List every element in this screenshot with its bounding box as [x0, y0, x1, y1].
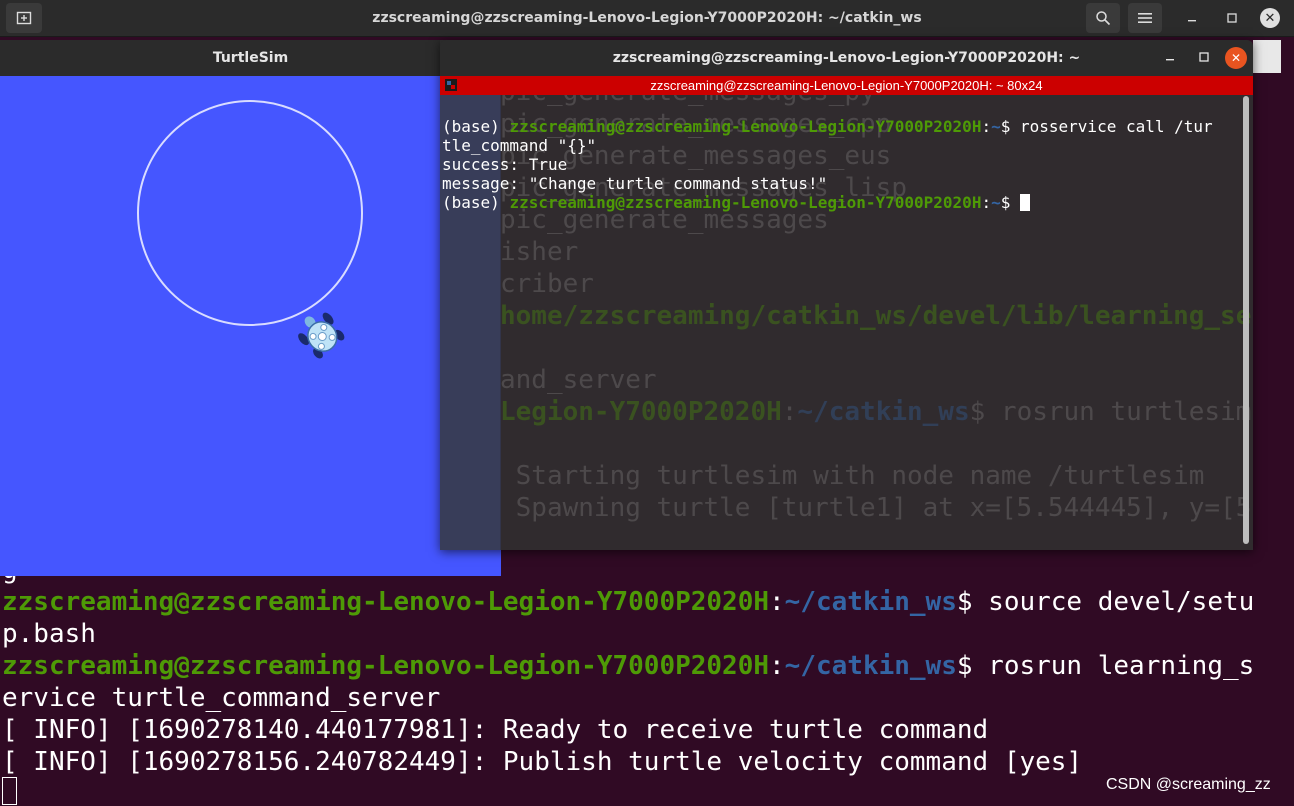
line-segment: tle_command "{}" — [442, 136, 597, 155]
line-segment: ~ — [991, 193, 1001, 212]
line-segment: : — [981, 117, 992, 136]
terminal-line: p.bash — [2, 618, 96, 650]
line-segment: ~/catkin_ws — [784, 651, 957, 681]
terminal-line: (base) zzscreaming@zzscreaming-Lenovo-Le… — [442, 117, 1213, 136]
line-segment: zzscreaming@zzscreaming-Lenovo-Legion-Y7… — [2, 651, 770, 681]
line-segment: : — [981, 193, 992, 212]
terminal-line: zzscreaming@zzscreaming-Lenovo-Legion-Y7… — [2, 586, 1254, 618]
hamburger-menu-icon[interactable] — [1128, 3, 1162, 33]
turtlesim-canvas — [0, 76, 501, 576]
turtlesim-title: TurtleSim — [212, 50, 289, 66]
turtle-trail — [137, 100, 363, 326]
close-icon[interactable]: ✕ — [1258, 3, 1282, 33]
terminal-line: success: True — [442, 155, 567, 174]
search-icon[interactable] — [1086, 3, 1120, 33]
line-segment: ~/catkin_ws — [797, 397, 970, 427]
line-segment: zzscreaming@zzscreaming-Lenovo-Legion-Y7… — [509, 193, 982, 212]
line-segment: message: "Change turtle command status!" — [442, 174, 828, 193]
line-segment: ~/catkin_ws — [784, 587, 957, 617]
line-segment: Spawning turtle [turtle1] at x=[5.544445… — [500, 493, 1253, 523]
terminal-line: [ INFO] [1690278156.240782449]: Publish … — [2, 746, 1082, 778]
line-segment: $ rosrun learning_s — [956, 651, 1255, 681]
turtlesim-titlebar[interactable]: TurtleSim — [0, 40, 501, 76]
line-segment: and_server — [500, 365, 657, 395]
terminal-line: message: "Change turtle command status!" — [442, 174, 827, 193]
maximize-icon[interactable] — [1192, 46, 1216, 70]
ghost-line: home/zzscreaming/catkin_ws/devel/lib/lea… — [500, 300, 1253, 332]
minimize-icon[interactable] — [1158, 46, 1182, 70]
line-segment: ervice turtle_command_server — [2, 683, 441, 713]
ghost-line: Starting turtlesim with node name /turtl… — [500, 460, 1205, 492]
terminal-tab-bar: zzscreaming@zzscreaming-Lenovo-Legion-Y7… — [440, 76, 1253, 95]
line-segment: home/zzscreaming/catkin_ws/devel/lib/lea… — [500, 301, 1253, 331]
terminal-line: tle_command "{}" — [442, 136, 596, 155]
ghost-line: Spawning turtle [turtle1] at x=[5.544445… — [500, 492, 1253, 524]
line-segment: (base) — [442, 117, 510, 136]
background-window-edge — [1253, 40, 1281, 73]
line-segment: criber — [500, 269, 594, 299]
line-segment: : — [769, 651, 785, 681]
terminal-line: zzscreaming@zzscreaming-Lenovo-Legion-Y7… — [2, 650, 1254, 682]
minimize-icon[interactable] — [1180, 3, 1204, 33]
line-segment: Legion-Y7000P2020H — [500, 397, 782, 427]
line-segment: success: True — [442, 155, 568, 174]
line-segment: zzscreaming@zzscreaming-Lenovo-Legion-Y7… — [509, 117, 982, 136]
line-segment: $ rosservice call /tur — [1000, 117, 1213, 136]
line-segment: : — [781, 397, 798, 427]
terminal-line: ervice turtle_command_server — [2, 682, 440, 714]
ghost-line: Legion-Y7000P2020H:~/catkin_ws$ rosrun t… — [500, 396, 1251, 428]
ghost-line: isher — [500, 236, 578, 268]
terminal-line: [ INFO] [1690278140.440177981]: Ready to… — [2, 714, 988, 746]
line-segment: ~ — [991, 117, 1001, 136]
line-segment: p.bash — [2, 619, 96, 649]
watermark: CSDN @screaming_zz — [1106, 776, 1271, 793]
line-segment: (base) — [442, 193, 510, 212]
front-terminal-titlebar[interactable]: zzscreaming@zzscreaming-Lenovo-Legion-Y7… — [440, 40, 1253, 76]
line-segment: Starting turtlesim with node name /turtl… — [500, 461, 1205, 491]
line-segment: [ INFO] [1690278140.440177981]: Ready to… — [2, 715, 989, 745]
terminal-cursor — [1020, 194, 1030, 211]
turtlesim-window[interactable]: TurtleSim — [0, 40, 501, 576]
line-segment: : — [769, 587, 785, 617]
line-segment: $ source devel/setu — [956, 587, 1255, 617]
line-segment: $ rosrun turtlesim — [969, 397, 1252, 427]
terminal-line: (base) zzscreaming@zzscreaming-Lenovo-Le… — [442, 193, 1030, 212]
line-segment: [ INFO] [1690278156.240782449]: Publish … — [2, 747, 1083, 777]
line-segment: zzscreaming@zzscreaming-Lenovo-Legion-Y7… — [2, 587, 770, 617]
terminal-cursor — [2, 777, 17, 805]
back-terminal-titlebar: zzscreaming@zzscreaming-Lenovo-Legion-Y7… — [0, 0, 1294, 37]
terminal-tab-label: zzscreaming@zzscreaming-Lenovo-Legion-Y7… — [650, 78, 1043, 93]
front-terminal-title: zzscreaming@zzscreaming-Lenovo-Legion-Y7… — [612, 50, 1081, 66]
line-segment: isher — [500, 237, 579, 267]
close-icon[interactable]: ✕ — [1225, 47, 1247, 69]
ghost-line: and_server — [500, 364, 657, 396]
ghost-line: criber — [500, 268, 594, 300]
line-segment: $ — [1000, 193, 1020, 212]
front-terminal-body[interactable]: pic_generate_messages_pypic_generate_mes… — [440, 76, 1253, 550]
terminal-scrollbar[interactable] — [1243, 96, 1249, 544]
maximize-icon[interactable] — [1220, 3, 1244, 33]
new-tab-icon[interactable] — [6, 3, 42, 33]
front-terminal-window[interactable]: zzscreaming@zzscreaming-Lenovo-Legion-Y7… — [440, 40, 1253, 550]
